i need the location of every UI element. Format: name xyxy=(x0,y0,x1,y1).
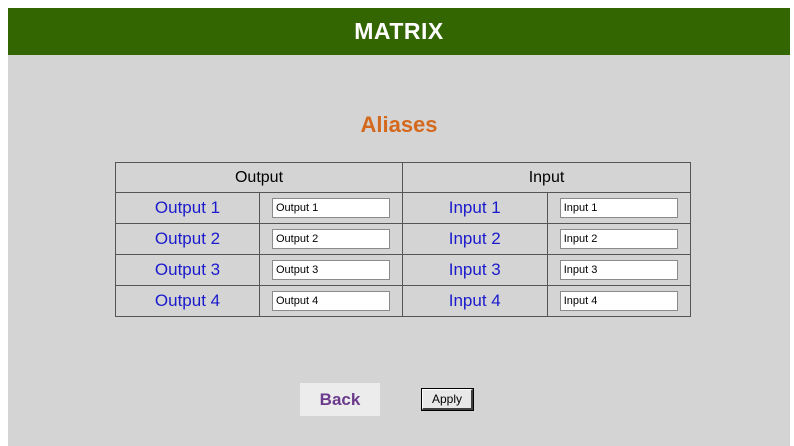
input-field-cell xyxy=(546,254,691,286)
output-field-cell xyxy=(259,192,403,224)
input-column-header: Input xyxy=(402,162,691,193)
output-4-alias-input[interactable] xyxy=(272,291,390,311)
input-field-cell xyxy=(546,223,691,255)
input-label: Input 1 xyxy=(402,192,548,224)
aliases-table: Output Input Output 1 Input 1 Output 2 I… xyxy=(115,162,691,317)
header-bar: MATRIX xyxy=(8,8,790,55)
input-4-alias-input[interactable] xyxy=(559,291,678,311)
output-column-header: Output xyxy=(115,162,403,193)
header-title: MATRIX xyxy=(354,18,444,44)
back-button[interactable]: Back xyxy=(300,383,380,416)
output-field-cell xyxy=(259,285,403,317)
table-row: Output 4 Input 4 xyxy=(115,285,691,317)
output-field-cell xyxy=(259,254,403,286)
page: MATRIX Aliases Output Input Output 1 Inp… xyxy=(0,0,794,446)
input-1-alias-input[interactable] xyxy=(559,198,678,218)
output-field-cell xyxy=(259,223,403,255)
input-label: Input 2 xyxy=(402,223,548,255)
output-label: Output 1 xyxy=(115,192,260,224)
input-3-alias-input[interactable] xyxy=(559,260,678,280)
page-title: Aliases xyxy=(360,112,438,137)
output-label: Output 3 xyxy=(115,254,260,286)
input-field-cell xyxy=(546,285,691,317)
input-2-alias-input[interactable] xyxy=(559,229,678,249)
output-3-alias-input[interactable] xyxy=(272,260,390,280)
table-row: Output 1 Input 1 xyxy=(115,192,691,224)
output-label: Output 2 xyxy=(115,223,260,255)
apply-button[interactable]: Apply xyxy=(421,388,474,411)
table-row: Output 3 Input 3 xyxy=(115,254,691,286)
table-row: Output 2 Input 2 xyxy=(115,223,691,255)
table-header-row: Output Input xyxy=(115,162,691,193)
input-label: Input 4 xyxy=(402,285,548,317)
input-label: Input 3 xyxy=(402,254,548,286)
output-label: Output 4 xyxy=(115,285,260,317)
main-panel: MATRIX Aliases Output Input Output 1 Inp… xyxy=(8,8,790,446)
output-2-alias-input[interactable] xyxy=(272,229,390,249)
input-field-cell xyxy=(546,192,691,224)
output-1-alias-input[interactable] xyxy=(272,198,390,218)
